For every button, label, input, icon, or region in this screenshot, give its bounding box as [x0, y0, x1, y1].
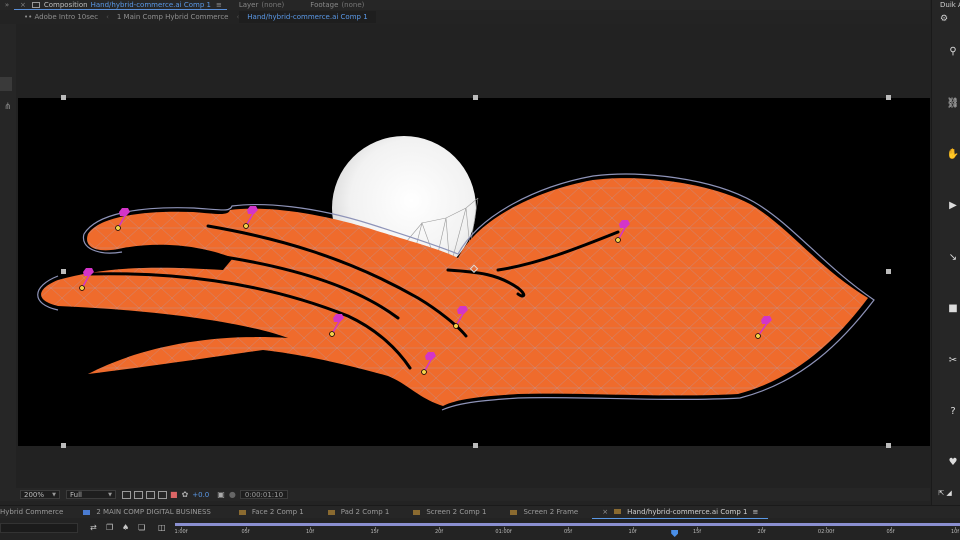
ruler-tick-label: 02:00f: [817, 529, 835, 535]
comp-color-swatch: [614, 509, 622, 514]
ruler-tick-label: 05f: [241, 529, 250, 535]
timeline-controls: ⇄ ❐ ♠ ❏ ◫ 1:00f 05f 10f 15f 20f 01:00f 05f 10f 1…: [0, 519, 960, 540]
ruler-tick-label: 20f: [434, 529, 444, 535]
timeline-tab-current[interactable]: × Hand/hybrid-commerce.ai Comp 1 ≡: [592, 506, 769, 519]
comp-mini-flowchart-icon[interactable]: ⇄: [90, 523, 97, 532]
ruler-tick-label: 10f: [628, 529, 637, 535]
chevron-down-icon: ▼: [52, 491, 56, 498]
ruler-tick-label: 05f: [886, 529, 895, 535]
color-management-icon[interactable]: ✿: [182, 490, 189, 499]
composition-breadcrumbs: •• Adobe Intro 10sec ‹ 1 Main Comp Hybri…: [16, 11, 376, 23]
composition-viewer[interactable]: [16, 24, 930, 488]
exposure-value[interactable]: +0.0: [192, 491, 209, 499]
ruler-tick-label: 15f: [692, 529, 702, 535]
transform-handle[interactable]: [61, 443, 66, 448]
tools-icon[interactable]: ✂: [946, 354, 960, 368]
timeline-tab-bar: Hybrid Commerce 2 MAIN COMP DIGITAL BUSI…: [0, 505, 960, 519]
ruler-tick-label: 10f: [305, 529, 315, 535]
breadcrumb-item[interactable]: •• Adobe Intro 10sec: [16, 11, 106, 23]
viewer-controls: 200% ▼ Full ▼ ■ ✿ +0.0 ▣ ● 0:00:01:10: [0, 488, 930, 501]
ruler-tick-label: 10f: [950, 529, 960, 535]
panel-menu-icon[interactable]: ≡: [216, 1, 222, 9]
panel-header: » × Composition Hand/hybrid-commerce.ai …: [0, 0, 930, 10]
expand-chevron-icon[interactable]: »: [0, 1, 14, 9]
link-icon[interactable]: ⛓: [946, 97, 960, 111]
show-snapshot-icon[interactable]: ●: [229, 490, 236, 499]
transparency-grid-icon[interactable]: [134, 490, 143, 499]
current-time-field[interactable]: 0:00:01:10: [239, 490, 289, 499]
ruler-tick-label: 05f: [563, 529, 573, 535]
camera-icon[interactable]: ■: [946, 302, 960, 316]
zoom-dropdown[interactable]: 200% ▼: [20, 490, 60, 499]
bone-icon[interactable]: ⚲: [946, 45, 960, 59]
transform-handle[interactable]: [61, 95, 66, 100]
close-icon[interactable]: ×: [20, 1, 26, 9]
ruler-tick-label: 1:00f: [174, 529, 188, 535]
ruler-tick-label: 20f: [757, 529, 766, 535]
panel-menu-icon[interactable]: ≡: [752, 508, 758, 516]
flowchart-icon[interactable]: ⋔: [4, 102, 12, 112]
close-icon[interactable]: ×: [602, 508, 608, 516]
frame-blending-icon[interactable]: ❏: [138, 523, 145, 532]
comp-color-swatch: [327, 509, 335, 515]
play-icon[interactable]: ▶: [946, 199, 960, 213]
timeline-tab[interactable]: Pad 2 Comp 1: [318, 506, 400, 519]
shy-layers-icon[interactable]: ♠: [122, 523, 129, 532]
hand-artwork[interactable]: [18, 98, 930, 446]
breadcrumb-item-current[interactable]: Hand/hybrid-commerce.ai Comp 1: [239, 11, 376, 23]
transform-handle[interactable]: [473, 95, 478, 100]
snapshot-camera-icon[interactable]: ▣: [217, 490, 225, 499]
region-of-interest-icon[interactable]: [122, 490, 131, 499]
help-icon[interactable]: ?: [946, 405, 960, 419]
timeline-tab[interactable]: Face 2 Comp 1: [229, 506, 314, 519]
left-panel-strip: ⋔: [0, 24, 16, 488]
duik-panel: Duik Ar ⚙ ⚲ ⛓ ✋ ▶ ↘ ■ ✂ ? ♥ ⇱ ◢: [931, 0, 960, 510]
transform-handle[interactable]: [886, 443, 891, 448]
ruler-tick-label: 15f: [370, 529, 379, 535]
panel-collapse-handle[interactable]: [0, 77, 12, 91]
playhead[interactable]: [671, 530, 679, 537]
comp-color-swatch: [238, 509, 246, 515]
resolution-dropdown[interactable]: Full ▼: [66, 490, 116, 499]
layer-panel-tab[interactable]: Layer (none): [233, 0, 290, 10]
color-channels-icon[interactable]: ■: [170, 490, 178, 499]
mask-visibility-icon[interactable]: [146, 490, 155, 499]
duik-panel-title: Duik Ar: [940, 1, 960, 9]
timeline-tab[interactable]: Screen 2 Comp 1: [403, 506, 496, 519]
composition-icon: [31, 1, 40, 8]
timeline-tab[interactable]: Screen 2 Frame: [500, 506, 588, 519]
transform-handle[interactable]: [473, 443, 478, 448]
chevron-down-icon: ▼: [108, 491, 112, 498]
ik-icon[interactable]: ↘: [946, 251, 960, 265]
footage-panel-tab[interactable]: Footage (none): [304, 0, 370, 10]
comp-color-swatch: [510, 509, 518, 515]
draft-3d-icon[interactable]: ❐: [106, 523, 113, 532]
transform-handle[interactable]: [886, 95, 891, 100]
time-ruler[interactable]: 1:00f 05f 10f 15f 20f 01:00f 05f 10f 15f 20f 02:00…: [175, 519, 960, 540]
transform-handle[interactable]: [61, 269, 66, 274]
timeline-tab[interactable]: 2 MAIN COMP DIGITAL BUSINESS: [73, 506, 221, 519]
ruler-tick-label: 01:00f: [495, 529, 512, 535]
breadcrumb-item[interactable]: 1 Main Comp Hybrid Commerce: [109, 11, 237, 23]
expand-icon[interactable]: ⇱ ◢: [938, 486, 952, 500]
comp-color-swatch: [83, 509, 91, 515]
hand-icon[interactable]: ✋: [946, 148, 960, 162]
heart-icon[interactable]: ♥: [946, 456, 960, 470]
timeline-tab[interactable]: Hybrid Commerce: [0, 506, 73, 519]
work-area-bar[interactable]: [175, 523, 960, 526]
composition-panel-tab[interactable]: × Composition Hand/hybrid-commerce.ai Co…: [14, 0, 227, 10]
comp-color-swatch: [413, 509, 421, 515]
timeline-search-input[interactable]: [0, 523, 78, 533]
composition-canvas[interactable]: [18, 98, 930, 446]
guides-icon[interactable]: [158, 490, 167, 499]
gear-icon[interactable]: ⚙: [940, 14, 948, 24]
graph-editor-icon[interactable]: ◫: [158, 523, 166, 532]
transform-handle[interactable]: [886, 269, 891, 274]
